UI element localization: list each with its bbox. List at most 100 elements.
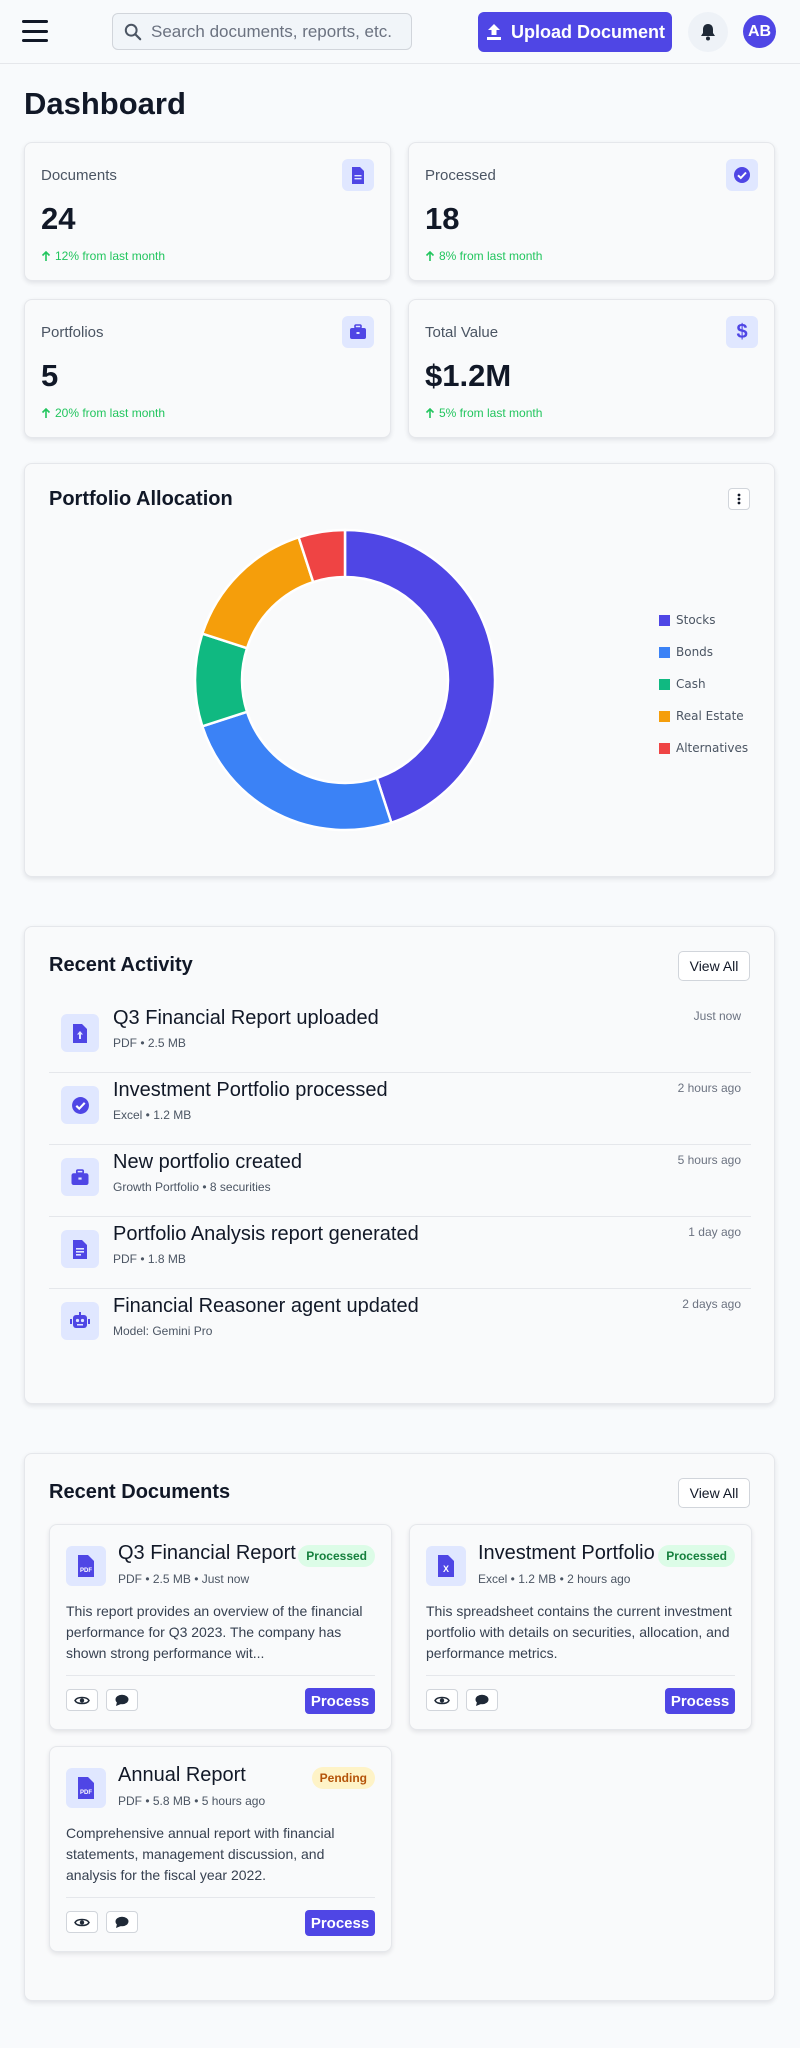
recent-documents-title: Recent Documents xyxy=(49,1481,231,1503)
stat-value: $1.2M xyxy=(425,358,512,393)
stat-label: Processed xyxy=(425,167,496,184)
document-description: This report provides an overview of the … xyxy=(66,1603,363,1661)
document-card[interactable]: PDF Q3 Financial Report PDF • 2.5 MB • J… xyxy=(49,1524,392,1730)
activity-meta: Model: Gemini Pro xyxy=(113,1324,213,1338)
user-avatar[interactable]: AB xyxy=(743,15,776,48)
arrow-up-icon xyxy=(425,250,435,261)
activity-item[interactable]: Portfolio Analysis report generated PDF … xyxy=(49,1217,751,1289)
divider xyxy=(426,1675,735,1676)
document-meta: PDF • 5.8 MB • 5 hours ago xyxy=(118,1794,266,1808)
stat-value: 24 xyxy=(41,201,76,236)
status-badge: Pending xyxy=(311,1767,375,1789)
stat-card-processed: Processed 18 8% from last month xyxy=(408,142,775,281)
activity-title: Investment Portfolio processed xyxy=(113,1079,388,1101)
comment-icon[interactable] xyxy=(106,1689,138,1711)
activity-meta: Growth Portfolio • 8 securities xyxy=(113,1180,271,1194)
briefcase-icon xyxy=(342,316,374,348)
divider xyxy=(66,1675,375,1676)
stat-label: Documents xyxy=(41,167,117,184)
donut-slice-real-estate xyxy=(200,535,315,650)
page-title: Dashboard xyxy=(24,86,186,121)
file-upload-icon xyxy=(61,1014,99,1052)
legend-swatch xyxy=(659,646,670,658)
activity-item[interactable]: Q3 Financial Report uploaded PDF • 2.5 M… xyxy=(49,1001,751,1073)
document-meta: Excel • 1.2 MB • 2 hours ago xyxy=(478,1572,631,1586)
view-all-documents-button[interactable]: View All xyxy=(678,1478,750,1508)
allocation-legend: Stocks Bonds Cash Real Estate Alternatives xyxy=(659,604,748,764)
stat-delta-text: 8% from last month xyxy=(439,249,543,263)
comment-icon[interactable] xyxy=(466,1689,498,1711)
view-eye-icon[interactable] xyxy=(426,1689,458,1711)
legend-item[interactable]: Cash xyxy=(659,668,748,700)
activity-time: 2 days ago xyxy=(682,1297,741,1311)
view-all-activity-button[interactable]: View All xyxy=(678,951,750,981)
file-type-tag: PDF xyxy=(80,1568,92,1574)
activity-item[interactable]: Investment Portfolio processed Excel • 1… xyxy=(49,1073,751,1145)
document-icon xyxy=(342,159,374,191)
excel-file-icon: X xyxy=(426,1546,466,1586)
legend-label: Real Estate xyxy=(676,709,744,723)
notification-bell-icon[interactable] xyxy=(688,12,728,52)
activity-item[interactable]: Financial Reasoner agent updated Model: … xyxy=(49,1289,751,1361)
activity-meta: Excel • 1.2 MB xyxy=(113,1108,192,1122)
robot-icon xyxy=(61,1302,99,1340)
document-description: This spreadsheet contains the current in… xyxy=(426,1603,732,1661)
status-badge: Processed xyxy=(658,1545,735,1567)
search-icon xyxy=(124,23,142,41)
document-title: Investment Portfolio xyxy=(478,1542,655,1564)
stat-value: 18 xyxy=(425,201,460,236)
comment-icon[interactable] xyxy=(106,1911,138,1933)
process-button[interactable]: Process xyxy=(305,1910,375,1936)
donut-slice-bonds xyxy=(200,710,393,832)
file-type-tag: PDF xyxy=(80,1790,92,1796)
legend-label: Bonds xyxy=(676,645,714,659)
hamburger-menu-icon[interactable] xyxy=(22,20,48,42)
view-eye-icon[interactable] xyxy=(66,1689,98,1711)
activity-title: Financial Reasoner agent updated xyxy=(113,1295,419,1317)
legend-item[interactable]: Bonds xyxy=(659,636,748,668)
donut-slice-cash xyxy=(193,632,249,728)
document-card[interactable]: X Investment Portfolio Excel • 1.2 MB • … xyxy=(409,1524,752,1730)
divider xyxy=(66,1897,375,1898)
process-button[interactable]: Process xyxy=(665,1688,735,1714)
legend-item[interactable]: Stocks xyxy=(659,604,748,636)
document-card[interactable]: PDF Annual Report PDF • 5.8 MB • 5 hours… xyxy=(49,1746,392,1952)
stat-value: 5 xyxy=(41,358,59,393)
recent-activity-title: Recent Activity xyxy=(49,954,193,976)
activity-item[interactable]: New portfolio created Growth Portfolio •… xyxy=(49,1145,751,1217)
check-circle-icon xyxy=(726,159,758,191)
legend-swatch xyxy=(659,710,670,722)
upload-document-button[interactable]: Upload Document xyxy=(478,12,672,52)
search-bar[interactable] xyxy=(112,13,412,50)
stat-card-documents: Documents 24 12% from last month xyxy=(24,142,391,281)
activity-title: Q3 Financial Report uploaded xyxy=(113,1007,379,1029)
document-title: Q3 Financial Report xyxy=(118,1542,296,1564)
pdf-file-icon: PDF xyxy=(66,1768,106,1808)
donut-slice-stocks xyxy=(343,528,497,825)
legend-item[interactable]: Real Estate xyxy=(659,700,748,732)
search-input[interactable] xyxy=(151,21,411,42)
stat-delta: 12% from last month xyxy=(41,249,165,263)
activity-title: New portfolio created xyxy=(113,1151,302,1173)
view-eye-icon[interactable] xyxy=(66,1911,98,1933)
activity-time: 2 hours ago xyxy=(677,1081,741,1095)
activity-time: 1 day ago xyxy=(688,1225,741,1239)
document-meta: PDF • 2.5 MB • Just now xyxy=(118,1572,250,1586)
upload-document-label: Upload Document xyxy=(510,21,665,42)
pdf-file-icon: PDF xyxy=(66,1546,106,1586)
stat-label: Portfolios xyxy=(41,324,104,341)
stat-card-total-value: Total Value $1.2M 5% from last month $ xyxy=(408,299,775,438)
stat-delta-text: 5% from last month xyxy=(439,406,543,420)
activity-time: 5 hours ago xyxy=(677,1153,741,1167)
legend-swatch xyxy=(659,742,670,754)
document-title: Annual Report xyxy=(118,1764,246,1786)
stat-delta: 20% from last month xyxy=(41,406,165,420)
process-button[interactable]: Process xyxy=(305,1688,375,1714)
arrow-up-icon xyxy=(425,407,435,418)
stat-card-portfolios: Portfolios 5 20% from last month xyxy=(24,299,391,438)
arrow-up-icon xyxy=(41,250,51,261)
report-icon xyxy=(61,1230,99,1268)
recent-activity-card: Recent Activity View All Q3 Financial Re… xyxy=(24,926,775,1404)
legend-item[interactable]: Alternatives xyxy=(659,732,748,764)
top-bar: Upload Document AB xyxy=(0,0,800,64)
